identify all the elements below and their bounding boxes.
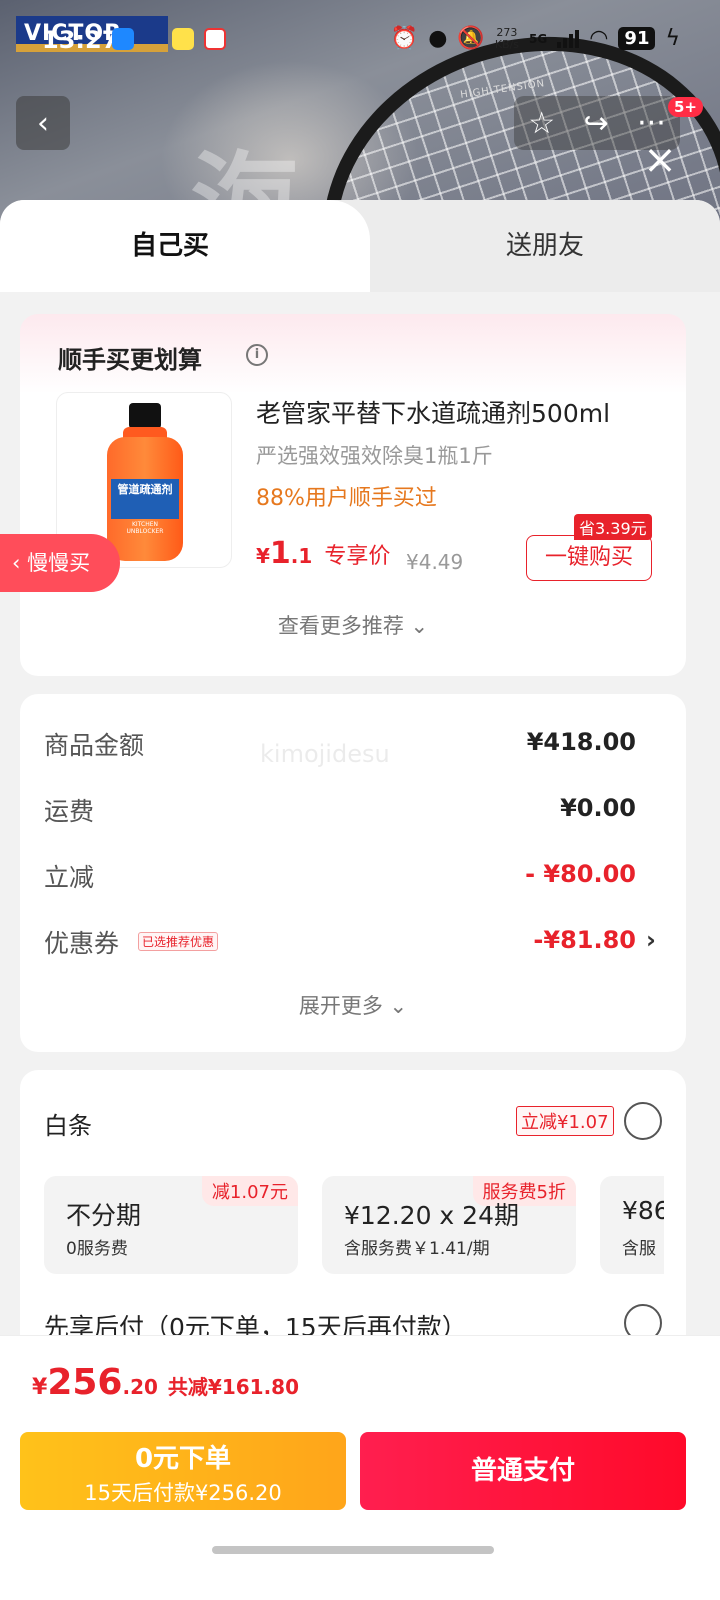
net-speed-unit: KB/s: [494, 37, 520, 51]
app-notification-icon: [172, 28, 194, 50]
coupon-row[interactable]: 优惠券 已选推荐优惠 -¥81.80: [44, 924, 636, 964]
original-price: ¥4.49: [406, 550, 464, 574]
status-time: 13:27: [42, 26, 119, 54]
product-desc: 严选强效强效除臭1瓶1斤: [256, 444, 493, 468]
wifi-icon: ◠: [589, 26, 609, 51]
save-tag: 省3.39元: [574, 514, 652, 540]
baitiao-discount-tag: 立减¥1.07: [516, 1106, 614, 1136]
location-icon: ●: [428, 26, 448, 51]
summary-row: 运费 ¥0.00: [44, 794, 636, 826]
addon-card: 顺手买更划算 i 管道疏通剂 KITCHEN UNBLOCKER 老管家平替下水…: [20, 314, 686, 676]
summary-row: 立减 - ¥80.00: [44, 860, 636, 892]
alarm-icon: ⏰: [390, 26, 419, 51]
notification-badge: 5+: [668, 97, 704, 117]
installment-option[interactable]: ¥86 含服: [600, 1176, 664, 1274]
chevron-right-icon[interactable]: ›: [646, 926, 656, 954]
normal-pay-button[interactable]: 普通支付: [360, 1432, 686, 1510]
product-name[interactable]: 老管家平替下水道疏通剂500ml: [256, 394, 610, 430]
signal-icon: [557, 29, 580, 48]
installment-option[interactable]: 减1.07元 不分期 0服务费: [44, 1176, 298, 1274]
bottle-label: 管道疏通剂: [111, 479, 179, 519]
app-notification-icon: [112, 28, 134, 50]
more-recommendations-link[interactable]: 查看更多推荐 ⌄: [20, 610, 686, 640]
exclusive-price-label: 专享价: [324, 544, 391, 569]
slow-buy-button[interactable]: ‹ 慢慢买: [0, 534, 120, 592]
chevron-left-icon: ‹: [12, 551, 21, 575]
battery-level: 91: [618, 27, 656, 50]
favorite-star-icon[interactable]: ☆: [528, 106, 555, 141]
product-buyers-rate: 88%用户顺手买过: [256, 486, 437, 511]
status-bar: 13:27 ⏰ ● 🔕 273 KB/s 5G ◠ 91 ϟ: [0, 20, 720, 60]
close-icon[interactable]: ×: [638, 140, 682, 184]
one-click-buy-button[interactable]: 一键购买: [526, 535, 652, 581]
installment-plans: 减1.07元 不分期 0服务费 服务费5折 ¥12.20 x 24期 含服务费￥…: [44, 1176, 664, 1274]
network-type: 5G: [529, 31, 548, 46]
info-icon[interactable]: i: [246, 344, 268, 366]
price-summary-card: kimojidesu 商品金额 ¥418.00 运费 ¥0.00 立减 - ¥8…: [20, 694, 686, 1052]
installment-option[interactable]: 服务费5折 ¥12.20 x 24期 含服务费￥1.41/期: [322, 1176, 576, 1274]
expand-more-link[interactable]: 展开更多 ⌄: [20, 990, 686, 1020]
total-saved: 共减¥161.80: [167, 1375, 299, 1399]
app-notification-icon: [204, 28, 226, 50]
tab-buy-for-self[interactable]: 自己买: [0, 200, 340, 292]
mute-icon: 🔕: [457, 26, 485, 51]
charging-icon: ϟ: [665, 26, 680, 51]
checkout-bar: ¥256.20 共减¥161.80 0元下单 15天后付款¥256.20 普通支付: [0, 1335, 720, 1600]
home-indicator[interactable]: [212, 1546, 494, 1554]
back-button[interactable]: ‹: [16, 96, 70, 150]
purchase-tabs: 自己买 送朋友: [0, 200, 720, 292]
more-icon[interactable]: ···: [637, 106, 666, 141]
status-indicators: ⏰ ● 🔕 273 KB/s 5G ◠ 91 ϟ: [391, 26, 680, 51]
baitiao-radio[interactable]: [624, 1102, 662, 1140]
bottle-sub-label: KITCHEN UNBLOCKER: [126, 521, 164, 535]
summary-row: 商品金额 ¥418.00: [44, 728, 636, 760]
share-icon[interactable]: ↪: [584, 106, 609, 141]
baitiao-label: 白条: [44, 1112, 92, 1140]
net-speed: 273 KB/s: [494, 26, 520, 51]
tab-gift-friend[interactable]: 送朋友: [370, 200, 720, 292]
product-price: ¥1.1 专享价: [256, 536, 391, 571]
total-price: ¥256.20 共减¥161.80: [32, 1362, 299, 1403]
chevron-down-icon: ⌄: [389, 994, 408, 1018]
addon-title: 顺手买更划算: [58, 346, 202, 374]
pay-later-button[interactable]: 0元下单 15天后付款¥256.20: [20, 1432, 346, 1510]
coupon-tag: 已选推荐优惠: [138, 932, 219, 951]
chevron-left-icon: ‹: [37, 105, 49, 141]
chevron-down-icon: ⌄: [410, 614, 429, 638]
payment-method-card: 白条 立减¥1.07 减1.07元 不分期 0服务费 服务费5折 ¥12.20 …: [20, 1070, 686, 1370]
